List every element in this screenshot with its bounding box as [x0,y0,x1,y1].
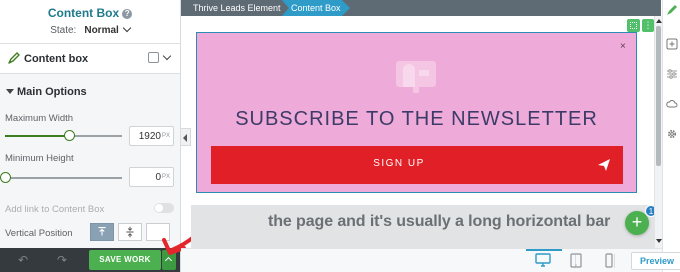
max-width-label: Maximum Width [5,113,74,124]
chevron-down-icon[interactable] [122,23,132,33]
canvas-scrollbar[interactable] [654,16,662,248]
max-width-slider-knob[interactable] [63,130,75,141]
sliders-icon[interactable] [666,68,678,80]
panel-title: Content Box? [0,6,180,20]
panel-title-text: Content Box [47,6,120,20]
left-panel: Content Box? State: Normal Content box Ma… [0,0,181,272]
cloud-icon[interactable] [666,98,678,110]
max-width-value: 1920 [138,131,161,142]
editor-root: Content Box? State: Normal Content box Ma… [0,0,680,272]
toggle-dot [155,204,163,212]
max-width-input[interactable]: 1920 PX [129,126,174,146]
breadcrumb-item-thrive-leads[interactable]: Thrive Leads Element [193,3,281,13]
breadcrumb-item-content-box[interactable]: Content Box [282,0,350,16]
min-height-value: 0 [155,172,161,183]
collapse-panel-button[interactable] [181,128,191,146]
help-icon[interactable]: ? [122,9,133,19]
align-top-icon [98,227,106,236]
panel-header: Content Box? State: Normal [0,0,180,44]
desktop-icon[interactable] [535,253,551,268]
min-height-input[interactable]: 0 PX [129,167,174,187]
undo-icon[interactable]: ↶ [16,253,30,267]
save-options-button[interactable] [162,250,176,270]
plus-icon[interactable] [666,38,678,50]
vertical-center-button[interactable] [118,223,142,241]
max-width-slider-fill [5,135,70,137]
pen-icon [8,52,20,64]
right-toolbar [662,0,680,272]
chevron-up-icon [164,256,173,265]
section-title: Main Options [17,86,87,98]
breadcrumb: Thrive Leads Element Content Box [181,0,661,16]
close-icon[interactable]: × [620,42,626,52]
vertical-bottom-button[interactable] [146,223,170,241]
align-center-icon [126,226,134,238]
active-device-indicator [526,249,562,251]
min-height-slider-knob[interactable] [0,172,11,183]
collapse-triangle-icon [6,89,14,94]
more-options-icon[interactable]: ⋮ [642,19,654,32]
chevron-down-icon[interactable] [162,51,172,61]
save-bar: ↶ ↷ SAVE WORK [0,248,180,272]
device-bar: Preview [181,248,680,272]
redo-icon[interactable]: ↷ [55,253,69,267]
min-height-label: Minimum Height [5,153,74,164]
state-label: State: [50,25,77,36]
save-work-button[interactable]: SAVE WORK [89,250,161,270]
min-height-unit: PX [161,174,170,180]
tablet-icon[interactable] [568,253,584,268]
pen-icon[interactable] [666,4,678,16]
state-value[interactable]: Normal [84,25,118,36]
mailbox-icon [396,61,436,93]
link-toggle[interactable] [154,203,174,213]
main-options-section[interactable]: Main Options [0,82,180,104]
paper-plane-icon [598,159,610,171]
link-label: Add link to Content Box [5,204,105,215]
gear-icon[interactable] [666,128,678,140]
preview-button[interactable]: Preview [631,252,680,270]
box-settings-icon[interactable] [148,52,159,63]
vertical-position-label: Vertical Position [5,228,73,239]
mobile-icon[interactable] [601,253,617,268]
newsletter-heading: SUBSCRIBE TO THE NEWSLETTER [235,108,598,130]
page-body-text: the page and it's usually a long horizon… [268,213,611,230]
sign-up-label: SIGN UP [373,158,425,169]
breadcrumb-current-label: Content Box [291,3,341,13]
sign-up-button[interactable]: SIGN UP [211,146,623,184]
chevron-left-icon [183,134,187,142]
element-row[interactable]: Content box [0,44,180,74]
drag-handle-icon[interactable] [627,19,640,32]
element-label: Content box [24,53,89,65]
scrollbar-thumb[interactable] [656,26,661,166]
vertical-top-button[interactable] [90,223,114,241]
min-height-slider-track[interactable] [5,177,122,179]
state-row[interactable]: State: Normal [0,23,180,36]
max-width-unit: PX [161,133,170,139]
